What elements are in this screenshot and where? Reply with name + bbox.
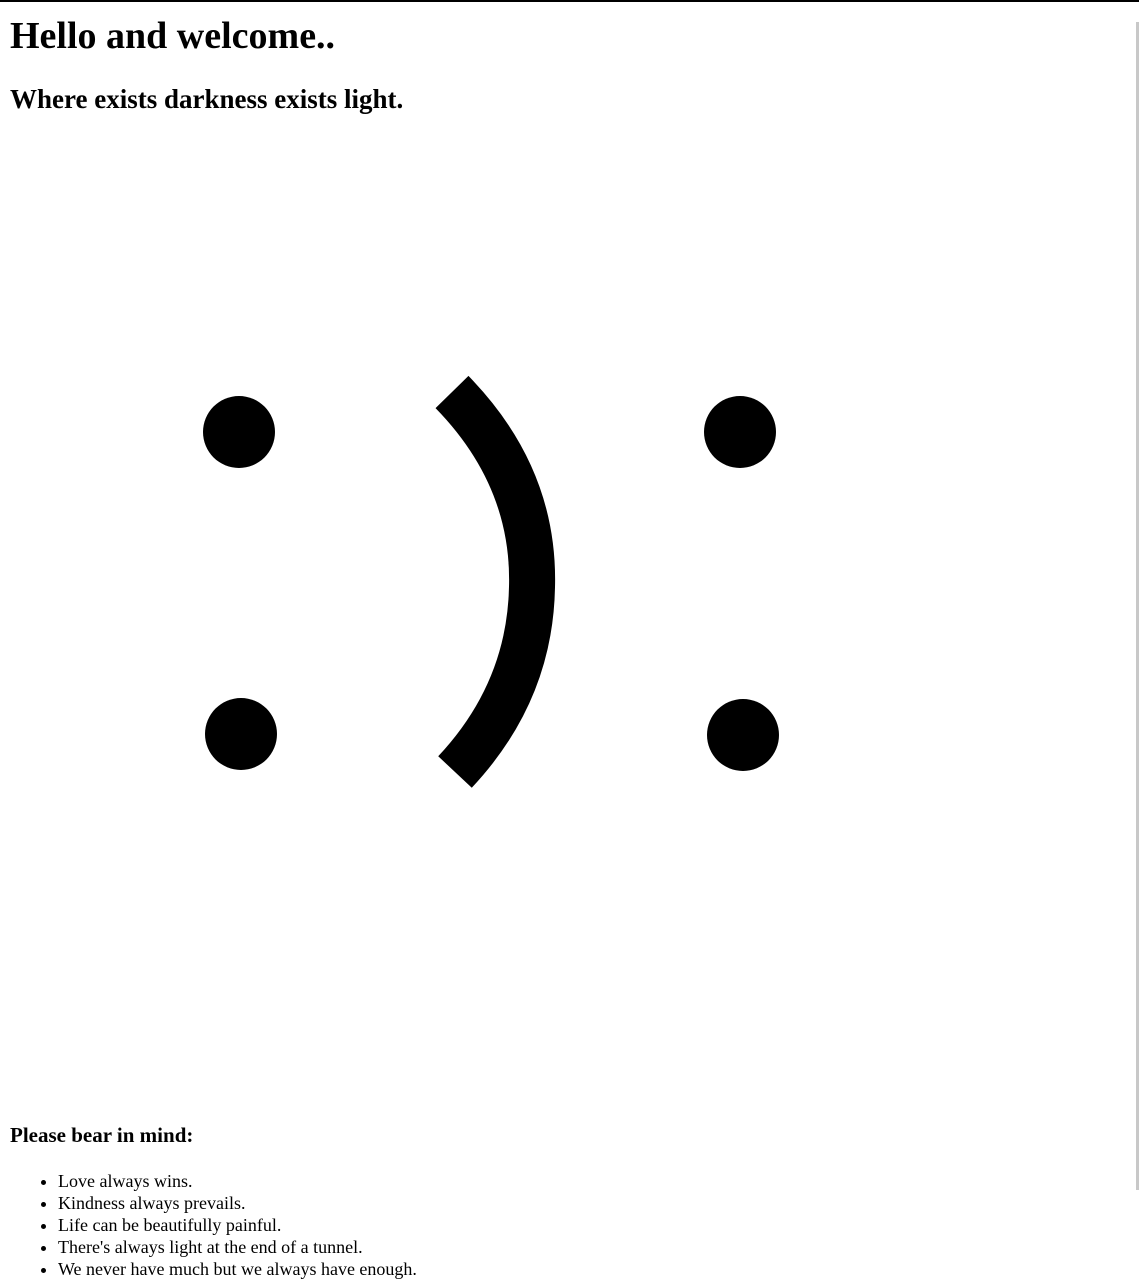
list-item: Kindness always prevails. [58,1192,417,1214]
reminder-list: Love always wins. Kindness always prevai… [10,1170,417,1280]
page: Hello and welcome.. Where exists darknes… [0,2,1139,1283]
list-item: We never have much but we always have en… [58,1258,417,1280]
page-title: Hello and welcome.. [10,15,336,57]
right-upper-dot [704,396,776,468]
smiley-artwork [203,375,779,788]
left-upper-dot [203,396,275,468]
list-item: Life can be beautifully painful. [58,1214,417,1236]
right-lower-dot [707,699,779,771]
left-lower-dot [205,698,277,770]
list-item: Love always wins. [58,1170,417,1192]
list-item: There's always light at the end of a tun… [58,1236,417,1258]
reminder-heading: Please bear in mind: [10,1123,194,1147]
smile-arc [435,375,556,788]
page-subtitle: Where exists darkness exists light. [10,84,404,114]
